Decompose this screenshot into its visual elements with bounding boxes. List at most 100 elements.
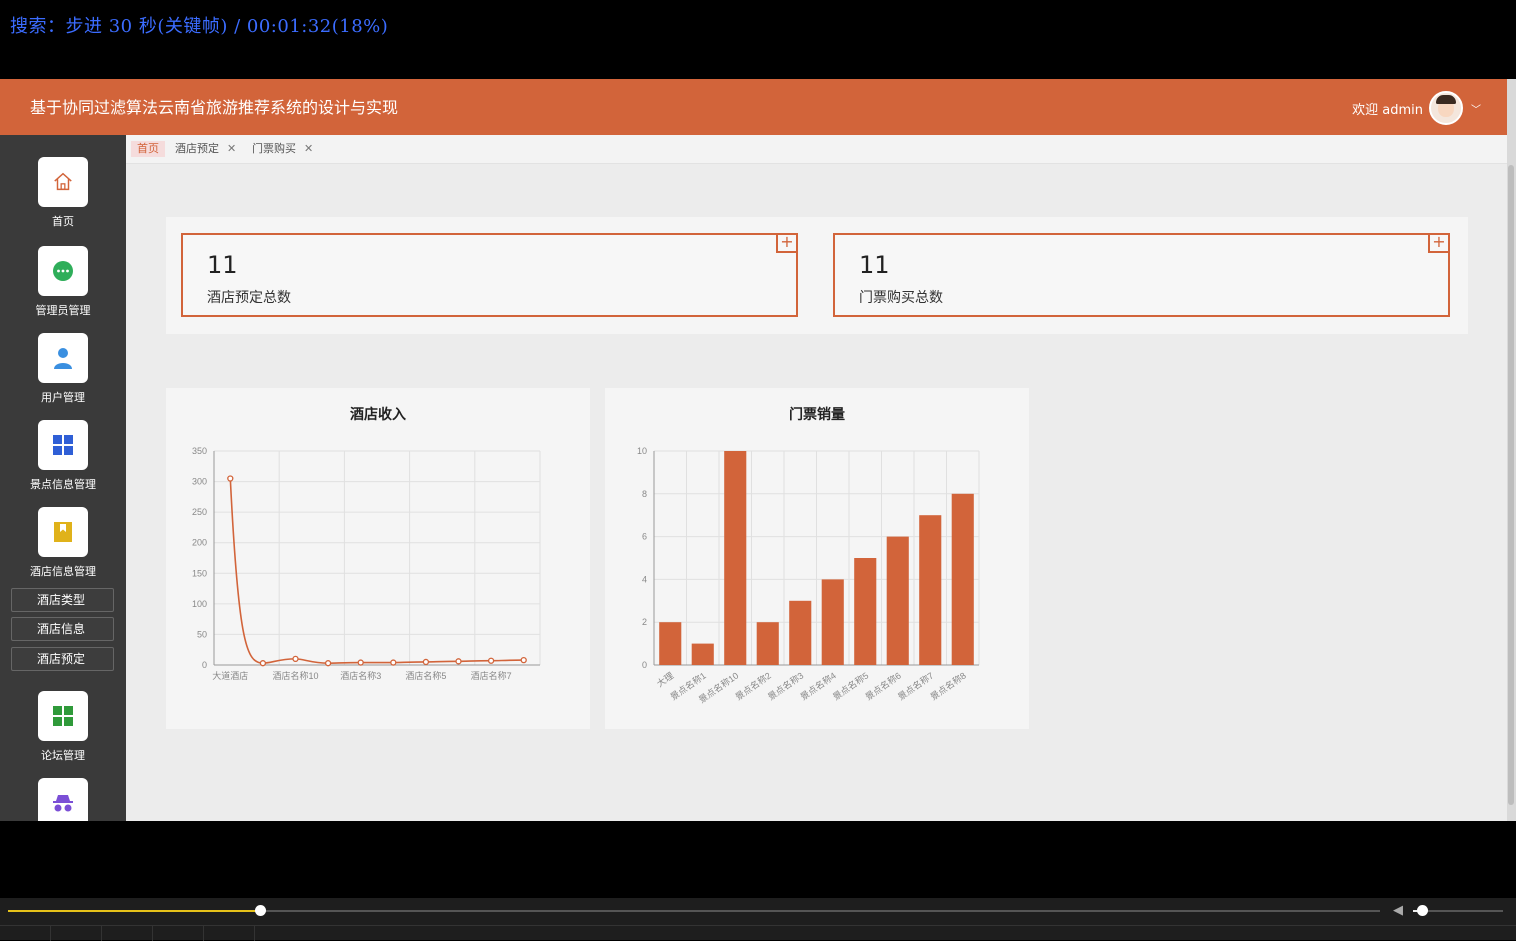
y-tick-label: 4 xyxy=(642,574,647,584)
y-tick-label: 350 xyxy=(192,446,207,456)
tab-label: 酒店预定 xyxy=(175,142,219,155)
data-point xyxy=(520,656,527,664)
sidebar-item-admin[interactable]: 管理员管理 xyxy=(0,246,126,318)
tab-home[interactable]: 首页 xyxy=(131,141,165,157)
admin-tile[interactable] xyxy=(38,246,88,296)
data-point xyxy=(292,655,299,663)
data-point xyxy=(259,660,267,667)
submenu-hotel-info[interactable]: 酒店信息 xyxy=(11,617,114,641)
x-tick-label: 景点名称8 xyxy=(928,670,968,703)
player-controls: ◀ xyxy=(0,898,1516,941)
submenu-hotel-type[interactable]: 酒店类型 xyxy=(11,588,114,612)
stat-value: 11 xyxy=(207,251,238,279)
toolbar-button[interactable] xyxy=(51,926,102,941)
sidebar-item-label: 管理员管理 xyxy=(35,304,91,317)
x-tick-label: 景点名称5 xyxy=(830,670,870,703)
data-point xyxy=(487,657,495,664)
avatar-hair xyxy=(1436,95,1456,104)
toolbar-button[interactable] xyxy=(153,926,204,941)
volume-icon[interactable]: ◀ xyxy=(1393,903,1403,918)
series-line xyxy=(229,478,524,664)
x-tick-label: 酒店名称7 xyxy=(471,670,512,681)
data-point xyxy=(390,659,397,666)
plus-icon[interactable]: + xyxy=(776,233,798,253)
tab-ticket-purchase[interactable]: 门票购买 ✕ xyxy=(252,141,313,157)
data-point xyxy=(227,475,234,482)
chevron-down-icon[interactable]: ﹀ xyxy=(1471,101,1481,116)
user-icon xyxy=(54,348,72,369)
volume-slider[interactable] xyxy=(1413,905,1503,916)
system-title: 基于协同过滤算法云南省旅游推荐系统的设计与实现 xyxy=(30,98,399,117)
bar xyxy=(756,622,779,665)
incognito-icon xyxy=(53,795,73,812)
sidebar-item-more[interactable] xyxy=(0,778,126,821)
submenu-hotel-booking[interactable]: 酒店预定 xyxy=(11,647,114,671)
x-tick-label: 大理 xyxy=(654,670,675,689)
tab-bar: 首页 酒店预定 ✕ 门票购买 ✕ xyxy=(126,135,1507,164)
close-icon[interactable]: ✕ xyxy=(227,142,236,155)
y-tick-label: 150 xyxy=(192,568,207,578)
data-point xyxy=(422,658,430,666)
hotel-income-panel: 酒店收入 0 50 100 150 200 250 300 350 大道酒店 酒店名称10 酒店名称… xyxy=(166,388,590,729)
y-tick-label: 0 xyxy=(642,660,647,670)
sidebar-item-label: 酒店信息管理 xyxy=(30,565,96,578)
data-point xyxy=(455,658,462,665)
sidebar-item-home[interactable]: 首页 xyxy=(0,157,126,229)
sidebar-item-users[interactable]: 用户管理 xyxy=(0,333,126,405)
incognito-tile[interactable] xyxy=(38,778,88,821)
toolbar-button[interactable] xyxy=(0,926,51,941)
close-icon[interactable]: ✕ xyxy=(304,142,313,155)
forum-tile[interactable] xyxy=(38,691,88,741)
home-tile[interactable] xyxy=(38,157,88,207)
bar xyxy=(659,622,682,665)
admin-icon xyxy=(53,261,73,281)
plus-icon[interactable]: + xyxy=(1428,233,1450,253)
bar xyxy=(789,600,812,665)
hotel-income-chart: 0 50 100 150 200 250 300 350 大道酒店 酒店名称10 酒店名称3 酒店名称… xyxy=(192,446,541,681)
tab-label: 门票购买 xyxy=(252,142,296,155)
toolbar-button[interactable] xyxy=(204,926,255,941)
y-tick-label: 300 xyxy=(192,477,207,487)
bar xyxy=(724,451,747,665)
tab-hotel-booking[interactable]: 酒店预定 ✕ xyxy=(175,141,236,157)
y-tick-label: 100 xyxy=(192,599,207,609)
player-osd-text: 搜索：步进 30 秒(关键帧) / 00:01:32(18%) xyxy=(10,16,389,37)
y-tick-label: 50 xyxy=(197,629,207,639)
toolbar-button[interactable] xyxy=(102,926,153,941)
sidebar-item-label: 用户管理 xyxy=(41,391,85,404)
tab-label: 首页 xyxy=(137,142,159,155)
welcome-text: 欢迎 admin xyxy=(1352,102,1423,118)
user-tile[interactable] xyxy=(38,333,88,383)
stat-label: 酒店预定总数 xyxy=(207,290,291,306)
sidebar-item-attractions[interactable]: 景点信息管理 xyxy=(0,420,126,492)
sidebar-item-hotels[interactable]: 酒店信息管理 xyxy=(0,507,126,579)
y-tick-label: 10 xyxy=(637,446,647,456)
bar xyxy=(854,558,877,665)
volume-handle[interactable] xyxy=(1417,905,1428,916)
user-menu[interactable]: 欢迎 admin ﹀ xyxy=(1352,91,1481,125)
avatar[interactable] xyxy=(1429,91,1463,125)
y-tick-label: 200 xyxy=(192,538,207,548)
seek-progress xyxy=(8,910,259,912)
x-tick-label: 景点名称7 xyxy=(895,670,935,703)
data-point xyxy=(324,660,332,667)
grid-icon xyxy=(53,435,73,455)
x-tick-label: 酒店名称5 xyxy=(405,670,446,681)
bookmark-tile[interactable] xyxy=(38,507,88,557)
y-tick-label: 8 xyxy=(642,489,647,499)
sidebar-item-forum[interactable]: 论坛管理 xyxy=(0,691,126,763)
seek-handle[interactable] xyxy=(255,905,266,916)
x-tick-label: 酒店名称3 xyxy=(340,670,381,681)
toolbar-strip xyxy=(0,925,1516,941)
x-tick-label: 酒店名称10 xyxy=(272,670,318,681)
x-tick-label: 大道酒店 xyxy=(212,670,248,681)
ticket-sales-panel: 门票销量 0 2 4 6 8 10 大理 景点名称1 景点名称10 景点名称2 景点名称3 景点名称4… xyxy=(605,388,1029,729)
stats-panel: 11 酒店预定总数 + 11 门票购买总数 + xyxy=(166,217,1468,334)
y-tick-label: 2 xyxy=(642,617,647,627)
scrollbar[interactable] xyxy=(1507,79,1516,821)
seek-bar[interactable] xyxy=(8,905,1380,916)
scrollbar-thumb[interactable] xyxy=(1508,165,1514,805)
grid-tile[interactable] xyxy=(38,420,88,470)
sidebar: 首页 管理员管理 用户管理 景点信息管理 酒店信息管理 酒店类型 酒店信息 酒店… xyxy=(0,135,126,821)
bar xyxy=(886,536,909,665)
